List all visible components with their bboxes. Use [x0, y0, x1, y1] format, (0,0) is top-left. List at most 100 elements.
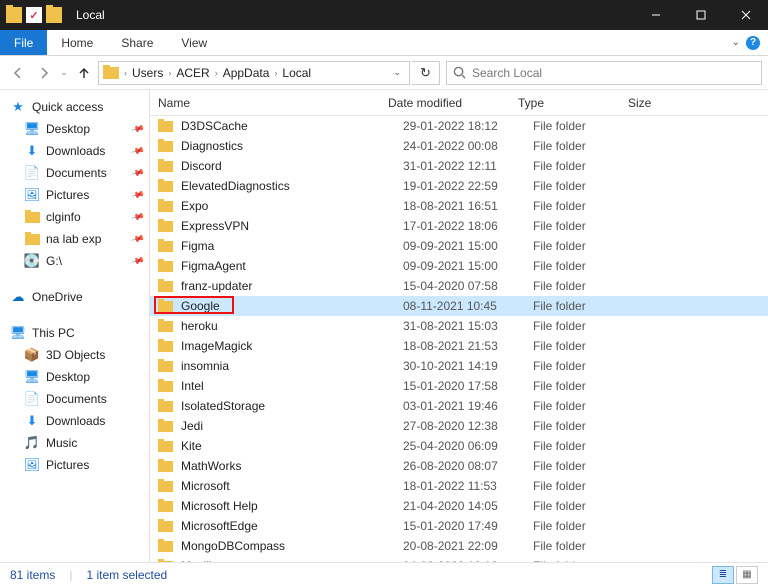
table-row[interactable]: Jedi27-08-2020 12:38File folder	[150, 416, 768, 436]
cell-date: 15-04-2020 07:58	[403, 279, 533, 293]
table-row[interactable]: Intel15-01-2020 17:58File folder	[150, 376, 768, 396]
item-icon: 🖼	[24, 187, 40, 203]
file-list: Name Date modified Type Size D3DSCache29…	[150, 90, 768, 562]
tab-home[interactable]: Home	[47, 30, 107, 55]
table-row[interactable]: Figma09-09-2021 15:00File folder	[150, 236, 768, 256]
chevron-right-icon[interactable]: ›	[123, 68, 128, 78]
pin-icon: 📌	[130, 231, 145, 246]
table-row[interactable]: Discord31-01-2022 12:11File folder	[150, 156, 768, 176]
folder-icon	[158, 281, 173, 292]
up-button[interactable]	[72, 61, 96, 85]
folder-icon	[158, 501, 173, 512]
maximize-button[interactable]	[678, 0, 723, 30]
forward-button[interactable]	[32, 61, 56, 85]
cell-type: File folder	[533, 419, 643, 433]
table-row[interactable]: FigmaAgent09-09-2021 15:00File folder	[150, 256, 768, 276]
pin-icon: 📌	[130, 253, 145, 268]
sidebar-item[interactable]: ⬇Downloads📌	[0, 140, 149, 162]
table-row[interactable]: ElevatedDiagnostics19-01-2022 22:59File …	[150, 176, 768, 196]
column-date[interactable]: Date modified	[388, 96, 518, 110]
sidebar-item-label: Documents	[46, 166, 107, 180]
sidebar-item[interactable]: 📦3D Objects	[0, 344, 149, 366]
address-dropdown[interactable]: ⌄	[389, 67, 405, 78]
tree-quick-access[interactable]: ★ Quick access	[0, 96, 149, 118]
help-button[interactable]: ?	[746, 36, 760, 50]
sidebar-item[interactable]: ⬇Downloads	[0, 410, 149, 432]
table-row[interactable]: Expo18-08-2021 16:51File folder	[150, 196, 768, 216]
sidebar-item[interactable]: 🎵Music	[0, 432, 149, 454]
chevron-right-icon[interactable]: ›	[214, 68, 219, 78]
sidebar-item[interactable]: 🖼Pictures	[0, 454, 149, 476]
sidebar-item[interactable]: 💽G:\📌	[0, 250, 149, 272]
cell-name: Jedi	[181, 419, 403, 433]
cell-name: ImageMagick	[181, 339, 403, 353]
table-row[interactable]: Google08-11-2021 10:45File folder	[150, 296, 768, 316]
folder-icon	[6, 7, 22, 23]
table-row[interactable]: MicrosoftEdge15-01-2020 17:49File folder	[150, 516, 768, 536]
chevron-down-icon[interactable]: ⌄	[732, 37, 740, 48]
tree-label: This PC	[32, 326, 75, 340]
navigation-tree[interactable]: ★ Quick access 🖥Desktop📌⬇Downloads📌📄Docu…	[0, 90, 150, 562]
sidebar-item[interactable]: clginfo📌	[0, 206, 149, 228]
breadcrumb[interactable]: Users	[130, 66, 165, 80]
table-row[interactable]: Diagnostics24-01-2022 00:08File folder	[150, 136, 768, 156]
minimize-button[interactable]	[633, 0, 678, 30]
item-icon: 💽	[24, 253, 40, 269]
breadcrumb[interactable]: ACER	[174, 66, 211, 80]
table-row[interactable]: ExpressVPN17-01-2022 18:06File folder	[150, 216, 768, 236]
table-row[interactable]: franz-updater15-04-2020 07:58File folder	[150, 276, 768, 296]
table-row[interactable]: insomnia30-10-2021 14:19File folder	[150, 356, 768, 376]
sidebar-item[interactable]: na lab exp📌	[0, 228, 149, 250]
folder-icon	[158, 161, 173, 172]
breadcrumb[interactable]: Local	[280, 66, 313, 80]
tree-this-pc[interactable]: 🖥 This PC	[0, 322, 149, 344]
tree-onedrive[interactable]: ☁ OneDrive	[0, 286, 149, 308]
recent-dropdown[interactable]: ⌄	[58, 61, 70, 85]
column-name[interactable]: Name	[158, 96, 388, 110]
sidebar-item[interactable]: 📄Documents	[0, 388, 149, 410]
view-details-button[interactable]: ≣	[712, 566, 734, 584]
chevron-right-icon[interactable]: ›	[273, 68, 278, 78]
view-icons-button[interactable]: ▦	[736, 566, 758, 584]
tab-file[interactable]: File	[0, 30, 47, 55]
tab-view[interactable]: View	[167, 30, 221, 55]
cell-date: 30-10-2021 14:19	[403, 359, 533, 373]
folder-icon	[158, 181, 173, 192]
rows-area[interactable]: D3DSCache29-01-2022 18:12File folderDiag…	[150, 116, 768, 562]
sidebar-item[interactable]: 🖼Pictures📌	[0, 184, 149, 206]
cell-type: File folder	[533, 259, 643, 273]
cell-date: 18-08-2021 21:53	[403, 339, 533, 353]
back-button[interactable]	[6, 61, 30, 85]
refresh-button[interactable]: ↻	[412, 61, 440, 85]
breadcrumb[interactable]: AppData	[221, 66, 272, 80]
column-type[interactable]: Type	[518, 96, 628, 110]
table-row[interactable]: Mozilla04-02-2020 19:12File folder	[150, 556, 768, 562]
cell-date: 18-01-2022 11:53	[403, 479, 533, 493]
cell-name: Expo	[181, 199, 403, 213]
column-size[interactable]: Size	[628, 96, 708, 110]
search-input[interactable]: Search Local	[446, 61, 762, 85]
table-row[interactable]: MathWorks26-08-2020 08:07File folder	[150, 456, 768, 476]
table-row[interactable]: D3DSCache29-01-2022 18:12File folder	[150, 116, 768, 136]
cell-date: 31-08-2021 15:03	[403, 319, 533, 333]
table-row[interactable]: ImageMagick18-08-2021 21:53File folder	[150, 336, 768, 356]
folder-icon	[158, 321, 173, 332]
table-row[interactable]: Microsoft Help21-04-2020 14:05File folde…	[150, 496, 768, 516]
address-bar[interactable]: › Users › ACER › AppData › Local ⌄	[98, 61, 410, 85]
tab-share[interactable]: Share	[107, 30, 167, 55]
sidebar-item[interactable]: 🖥Desktop	[0, 366, 149, 388]
table-row[interactable]: Kite25-04-2020 06:09File folder	[150, 436, 768, 456]
cell-name: Intel	[181, 379, 403, 393]
sidebar-item[interactable]: 🖥Desktop📌	[0, 118, 149, 140]
window-controls	[633, 0, 768, 30]
table-row[interactable]: Microsoft18-01-2022 11:53File folder	[150, 476, 768, 496]
chevron-right-icon[interactable]: ›	[167, 68, 172, 78]
table-row[interactable]: IsolatedStorage03-01-2021 19:46File fold…	[150, 396, 768, 416]
table-row[interactable]: MongoDBCompass20-08-2021 22:09File folde…	[150, 536, 768, 556]
cell-date: 29-01-2022 18:12	[403, 119, 533, 133]
close-button[interactable]	[723, 0, 768, 30]
sidebar-item[interactable]: 📄Documents📌	[0, 162, 149, 184]
table-row[interactable]: heroku31-08-2021 15:03File folder	[150, 316, 768, 336]
cell-date: 21-04-2020 14:05	[403, 499, 533, 513]
sidebar-item-label: Downloads	[46, 144, 105, 158]
